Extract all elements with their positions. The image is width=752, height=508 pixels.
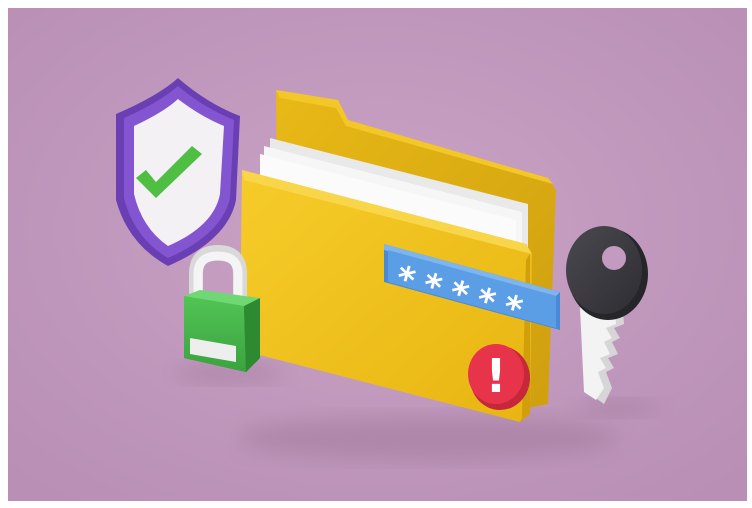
key-shadow [578,400,658,416]
security-illustration: ***** ! [8,8,747,501]
image-frame: ***** ! [0,0,752,508]
illustration-scene: ***** ! [8,8,747,501]
folder-shadow [238,416,618,460]
alert-mark-text: ! [486,349,507,403]
